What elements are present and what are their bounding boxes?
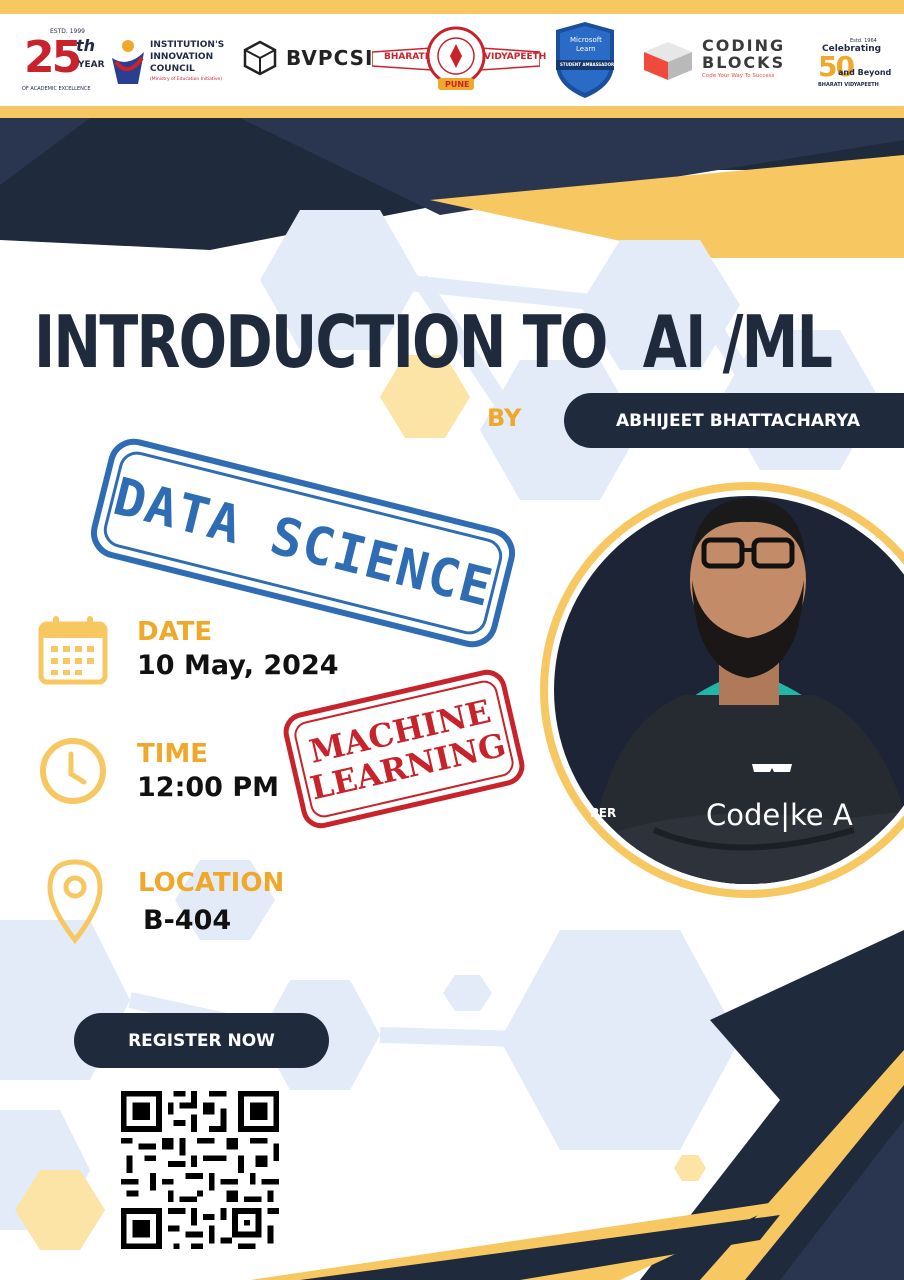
coding-blocks-logo: CODING BLOCKS Code Your Way To Success — [642, 36, 784, 86]
bvpcsi-logo: BVPCSI — [242, 40, 372, 80]
sleeve-text: PER — [590, 806, 617, 820]
microsoft-line1: Microsoft — [570, 36, 602, 44]
speaker-name: ABHIJEET BHATTACHARYA — [615, 410, 861, 431]
clock-icon — [40, 738, 106, 804]
qr-code-image[interactable] — [115, 1085, 285, 1255]
celebrating-name: BHARATI VIDYAPEETH — [818, 82, 879, 88]
celebrating-number: 50 — [818, 50, 855, 83]
iic-figure-icon — [112, 40, 144, 84]
anniversary-number: 25 — [24, 32, 82, 83]
speaker-photo — [540, 482, 904, 898]
celebrating-bottom: and Beyond — [838, 68, 892, 77]
calendar-icon — [38, 616, 108, 685]
celebrating-logo: Estd. 1964 Celebrating 50 and Beyond BHA… — [812, 38, 894, 92]
shield-icon — [556, 22, 614, 98]
time-value: 12:00 PM — [137, 772, 280, 803]
anniversary-logo: ESTD. 1999 25 th YEAR OF ACADEMIC EXCELL… — [14, 28, 106, 104]
iic-line1: INSTITUTION'S — [150, 40, 225, 50]
iic-line3: COUNCIL — [150, 64, 195, 74]
register-now-button[interactable]: REGISTER NOW — [74, 1013, 329, 1068]
microsoft-band: STUDENT AMBASSADOR — [560, 62, 615, 67]
by-label: BY — [487, 404, 522, 432]
shirt-logo-text: Code|ke A — [706, 798, 853, 832]
iic-line2: INNOVATION — [150, 52, 214, 62]
speaker-name-pill: ABHIJEET BHATTACHARYA — [564, 393, 904, 448]
anniversary-caption: OF ACADEMIC EXCELLENCE — [22, 86, 91, 92]
iic-logo: INSTITUTION'S INNOVATION COUNCIL (Minist… — [108, 34, 228, 94]
anniversary-suffix: th — [76, 36, 96, 55]
partner-logo-bar: ESTD. 1999 25 th YEAR OF ACADEMIC EXCELL… — [0, 14, 904, 106]
bharati-center-text: PUNE — [445, 80, 470, 89]
date-label: DATE — [137, 617, 213, 647]
time-label: TIME — [137, 739, 209, 769]
location-label: LOCATION — [138, 868, 285, 898]
blocks-icon — [644, 42, 692, 80]
bharati-left-text: BHARATI — [384, 52, 429, 62]
register-now-label: REGISTER NOW — [128, 1030, 275, 1051]
iic-sub: (Ministry of Education Initiative) — [150, 77, 223, 82]
event-title: INTRODUCTION TO AI /ML — [34, 300, 833, 384]
location-value: B-404 — [143, 905, 232, 936]
bvpcsi-text: BVPCSI — [286, 46, 374, 70]
microsoft-line2: Learn — [576, 45, 596, 53]
machine-learning-line1: MACHINE — [305, 692, 495, 771]
location-pin-icon — [47, 859, 103, 944]
bharati-vidyapeeth-logo: BHARATI VIDYAPEETH PUNE — [372, 22, 546, 96]
coding-blocks-line2: BLOCKS — [702, 53, 786, 72]
date-value: 10 May, 2024 — [137, 650, 339, 681]
bharati-right-text: VIDYAPEETH — [484, 52, 547, 62]
microsoft-learn-logo: Microsoft Learn STUDENT AMBASSADOR — [552, 20, 618, 100]
coding-blocks-tagline: Code Your Way To Success — [702, 73, 775, 79]
anniversary-year: YEAR — [78, 60, 105, 70]
cube-icon — [243, 40, 277, 76]
